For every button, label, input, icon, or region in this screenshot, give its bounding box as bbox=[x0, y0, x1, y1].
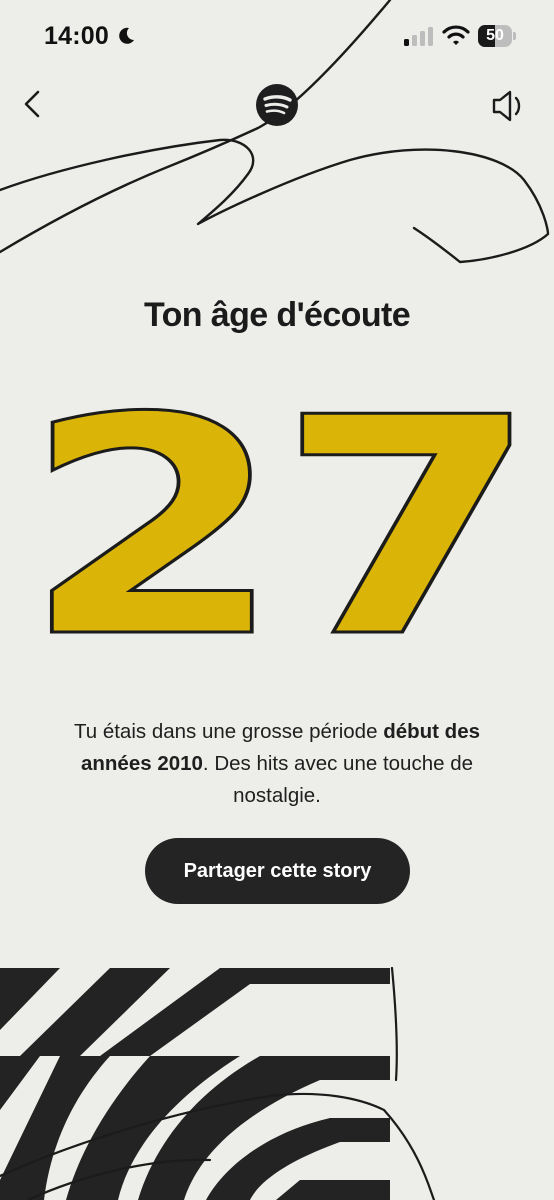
description-prefix: Tu étais dans une grosse période bbox=[73, 720, 384, 743]
battery-level: 50 bbox=[486, 27, 504, 44]
back-button[interactable] bbox=[14, 84, 54, 124]
share-story-button[interactable]: Partager cette story bbox=[145, 838, 410, 904]
moon-icon bbox=[119, 27, 134, 44]
listening-age-number: 27 bbox=[21, 400, 540, 640]
age-value: 27 bbox=[22, 400, 532, 640]
story-screen: 14:00 50 Ton âge d'écoute 27 Tu étais da… bbox=[0, 0, 554, 1200]
story-title: Ton âge d'écoute bbox=[143, 296, 411, 334]
cellular-signal-icon bbox=[404, 27, 433, 46]
status-time: 14:00 bbox=[44, 22, 109, 50]
story-description: Tu étais dans une grosse période début d… bbox=[52, 716, 502, 812]
speaker-icon[interactable] bbox=[486, 84, 530, 128]
wifi-icon bbox=[442, 25, 470, 45]
description-suffix: . Des hits avec une touche de nostalgie. bbox=[202, 752, 474, 807]
status-bar: 14:00 50 bbox=[0, 0, 554, 72]
spotify-logo bbox=[256, 84, 298, 126]
battery-indicator: 50 bbox=[478, 25, 516, 47]
chevron-left-icon bbox=[24, 90, 40, 118]
